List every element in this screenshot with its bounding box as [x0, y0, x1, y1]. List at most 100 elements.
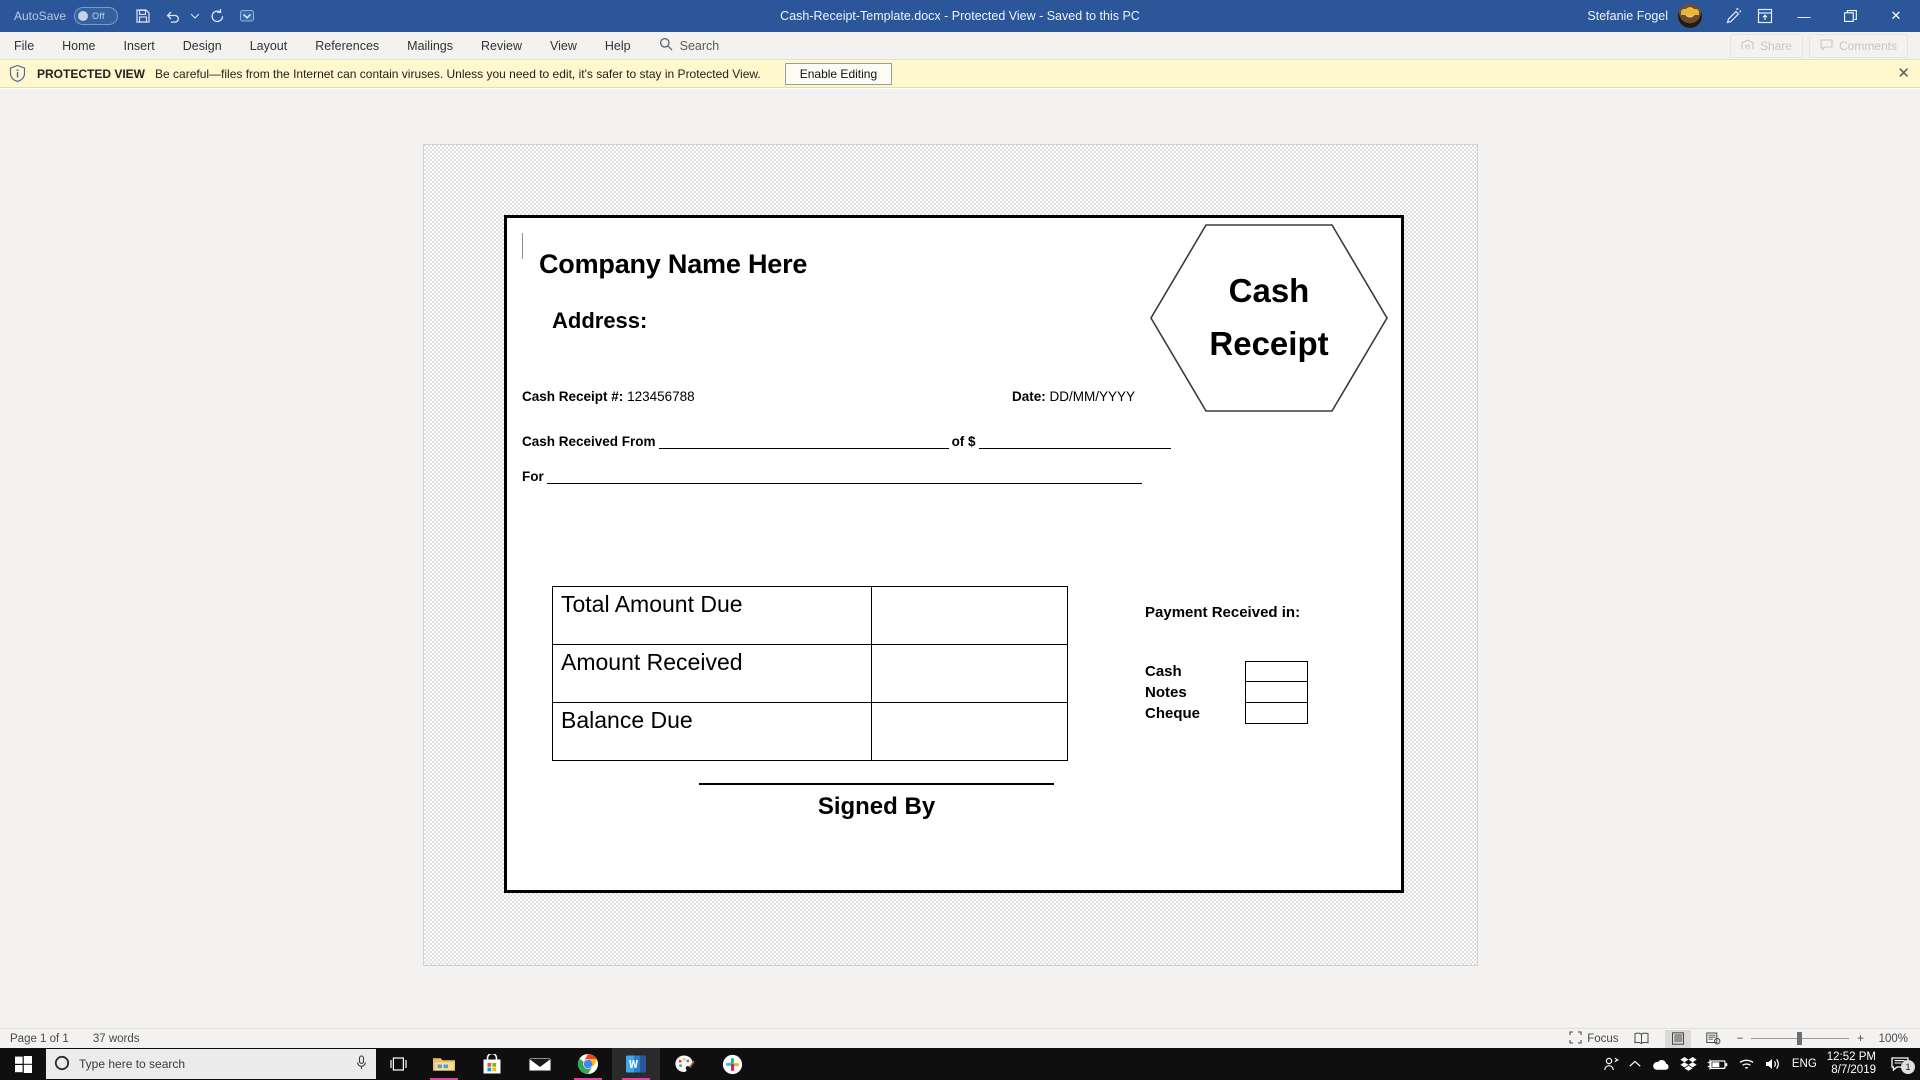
pen-icon[interactable]	[1718, 0, 1748, 32]
tab-review[interactable]: Review	[467, 32, 536, 60]
undo-icon[interactable]	[160, 4, 186, 28]
date-value: DD/MM/YYYY	[1049, 389, 1136, 404]
notification-count: 1	[1901, 1060, 1915, 1074]
comments-button[interactable]: Comments	[1808, 33, 1908, 58]
word-count[interactable]: 37 words	[93, 1033, 140, 1045]
undo-dropdown-icon[interactable]	[190, 4, 200, 28]
payment-cash-box[interactable]	[1245, 661, 1308, 682]
table-row[interactable]: Total Amount Due	[551, 586, 1068, 645]
customize-quick-access-icon[interactable]	[234, 4, 260, 28]
tab-insert[interactable]: Insert	[110, 32, 169, 60]
tab-references[interactable]: References	[301, 32, 393, 60]
payment-cheque-box[interactable]	[1245, 703, 1308, 724]
autosave-group[interactable]: AutoSave Off	[0, 7, 119, 25]
date-field: Date: DD/MM/YYYY	[1012, 389, 1135, 404]
tab-design[interactable]: Design	[169, 32, 236, 60]
taskbar-app-mail[interactable]	[516, 1048, 564, 1080]
clock[interactable]: 12:52 PM 8/7/2019	[1827, 1051, 1876, 1077]
notifications-button[interactable]: 1	[1886, 1056, 1915, 1074]
amount-received-label: Amount Received	[551, 644, 873, 703]
dropbox-icon[interactable]	[1680, 1056, 1697, 1072]
restore-button[interactable]	[1828, 0, 1872, 32]
taskbar-search-input[interactable]: Type here to search	[46, 1049, 376, 1079]
taskbar-app-slack[interactable]	[708, 1048, 756, 1080]
system-tray: ENG 12:52 PM 8/7/2019 1	[1603, 1051, 1920, 1077]
balance-due-value[interactable]	[871, 702, 1068, 761]
share-icon	[1741, 38, 1754, 54]
avatar[interactable]	[1678, 4, 1702, 28]
wifi-icon[interactable]	[1738, 1058, 1755, 1071]
for-blank[interactable]	[546, 469, 1142, 484]
receipt-number-value: 123456788	[627, 389, 695, 404]
cash-received-from-blank[interactable]	[658, 434, 949, 449]
zoom-level[interactable]: 100%	[1874, 1033, 1908, 1045]
tab-mailings[interactable]: Mailings	[393, 32, 467, 60]
tab-file[interactable]: File	[0, 32, 48, 60]
receipt-content: Company Name Here Address: Cash Receipt …	[507, 218, 1401, 890]
volume-icon[interactable]	[1765, 1057, 1782, 1071]
tab-help[interactable]: Help	[591, 32, 645, 60]
taskbar-app-microsoft-store[interactable]	[468, 1048, 516, 1080]
save-icon[interactable]	[130, 4, 156, 28]
list-item: Cheque	[1145, 703, 1365, 724]
share-label: Share	[1759, 38, 1792, 53]
minimize-button[interactable]: —	[1782, 0, 1826, 32]
zoom-in-button[interactable]: +	[1857, 1033, 1864, 1045]
comment-icon	[1820, 38, 1833, 54]
taskbar-app-paint-3d[interactable]	[660, 1048, 708, 1080]
task-view-button[interactable]	[376, 1048, 420, 1080]
read-mode-icon[interactable]	[1629, 1030, 1655, 1048]
tab-home[interactable]: Home	[48, 32, 109, 60]
amount-blank[interactable]	[978, 434, 1171, 449]
logo-line-2: Receipt	[1209, 325, 1329, 363]
document-page[interactable]: Company Name Here Address: Cash Receipt …	[423, 144, 1478, 966]
close-button[interactable]: ✕	[1874, 0, 1918, 32]
quick-access-toolbar[interactable]	[130, 4, 260, 28]
search-label: Search	[679, 38, 720, 53]
taskbar-app-microsoft-word[interactable]	[612, 1048, 660, 1080]
list-item: Cash	[1145, 661, 1365, 682]
zoom-slider-thumb[interactable]	[1797, 1032, 1803, 1045]
search-input[interactable]: Search	[659, 37, 720, 54]
payment-notes-box[interactable]	[1245, 682, 1308, 703]
ribbon-right-actions: Share Comments	[1729, 33, 1920, 58]
battery-icon[interactable]	[1707, 1058, 1728, 1071]
info-icon	[8, 64, 27, 83]
payment-received-block: Payment Received in: Cash Notes Cheque	[1145, 604, 1365, 724]
zoom-out-button[interactable]: −	[1737, 1033, 1744, 1045]
zoom-slider[interactable]	[1751, 1032, 1850, 1045]
close-icon[interactable]: ✕	[1897, 66, 1910, 81]
ribbon-display-options-icon[interactable]	[1750, 0, 1780, 32]
page-info[interactable]: Page 1 of 1	[10, 1033, 69, 1045]
status-bar: Page 1 of 1 37 words Focus − + 100%	[0, 1028, 1920, 1048]
amount-received-value[interactable]	[871, 644, 1068, 703]
clock-time: 12:52 PM	[1826, 1051, 1876, 1063]
language-indicator[interactable]: ENG	[1792, 1058, 1817, 1070]
redo-icon[interactable]	[204, 4, 230, 28]
share-button[interactable]: Share	[1729, 33, 1803, 58]
autosave-toggle[interactable]: Off	[74, 7, 119, 25]
for-label: For	[522, 469, 544, 484]
taskbar-search-placeholder: Type here to search	[79, 1057, 186, 1071]
enable-editing-button[interactable]: Enable Editing	[784, 62, 893, 85]
start-button[interactable]	[0, 1048, 46, 1080]
table-row[interactable]: Balance Due	[551, 702, 1068, 761]
zoom-control[interactable]: − +	[1737, 1032, 1864, 1045]
onedrive-icon[interactable]	[1651, 1058, 1670, 1071]
tab-view[interactable]: View	[536, 32, 591, 60]
web-layout-icon[interactable]	[1701, 1030, 1727, 1048]
focus-button[interactable]: Focus	[1569, 1030, 1619, 1047]
payment-received-title: Payment Received in:	[1145, 604, 1301, 621]
microphone-icon[interactable]	[355, 1055, 368, 1073]
taskbar-app-file-explorer[interactable]	[420, 1048, 468, 1080]
chevron-up-icon[interactable]	[1629, 1060, 1641, 1068]
tab-layout[interactable]: Layout	[236, 32, 302, 60]
account-name[interactable]: Stefanie Fogel	[1587, 9, 1668, 23]
print-layout-icon[interactable]	[1664, 1029, 1691, 1048]
total-amount-due-value[interactable]	[871, 586, 1068, 645]
taskbar-app-google-chrome[interactable]	[564, 1048, 612, 1080]
people-icon[interactable]	[1603, 1056, 1619, 1072]
toggle-knob	[78, 11, 89, 21]
status-bar-left: Page 1 of 1 37 words	[0, 1033, 140, 1045]
table-row[interactable]: Amount Received	[551, 644, 1068, 703]
